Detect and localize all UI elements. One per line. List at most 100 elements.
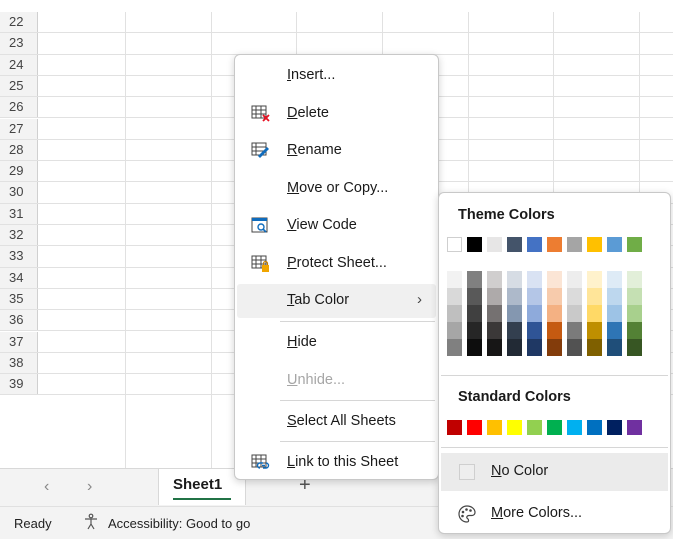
theme-shade-swatch[interactable] — [547, 339, 562, 356]
theme-shade-swatch[interactable] — [467, 322, 482, 339]
row-number[interactable]: 38 — [0, 352, 38, 374]
row-number[interactable]: 23 — [0, 33, 38, 54]
theme-shade-swatch[interactable] — [607, 271, 622, 288]
theme-shade-swatch[interactable] — [547, 305, 562, 322]
standard-color-swatch[interactable] — [607, 420, 622, 435]
standard-color-swatch[interactable] — [487, 420, 502, 435]
theme-color-swatch[interactable] — [527, 237, 542, 252]
theme-color-swatch[interactable] — [627, 237, 642, 252]
theme-shade-swatch[interactable] — [487, 339, 502, 356]
theme-shade-swatch[interactable] — [447, 288, 462, 305]
theme-shade-swatch[interactable] — [627, 305, 642, 322]
menu-item-rename[interactable]: Rename — [237, 134, 436, 168]
standard-color-swatch[interactable] — [547, 420, 562, 435]
theme-shade-swatch[interactable] — [527, 271, 542, 288]
menu-item-insert[interactable]: Insert... — [237, 59, 436, 93]
theme-color-swatch[interactable] — [447, 237, 462, 252]
theme-shade-swatch[interactable] — [567, 271, 582, 288]
theme-shade-swatch[interactable] — [527, 339, 542, 356]
menu-item-hide[interactable]: Hide — [237, 326, 436, 360]
standard-color-swatch[interactable] — [467, 420, 482, 435]
accessibility-icon[interactable] — [82, 513, 100, 531]
theme-shade-swatch[interactable] — [627, 322, 642, 339]
theme-shade-swatch[interactable] — [607, 288, 622, 305]
theme-shade-swatch[interactable] — [587, 288, 602, 305]
standard-color-swatch[interactable] — [627, 420, 642, 435]
theme-color-swatch[interactable] — [487, 237, 502, 252]
theme-shade-swatch[interactable] — [507, 288, 522, 305]
theme-shade-swatch[interactable] — [587, 305, 602, 322]
theme-shade-swatch[interactable] — [487, 288, 502, 305]
theme-shade-swatch[interactable] — [567, 339, 582, 356]
theme-shade-swatch[interactable] — [567, 288, 582, 305]
theme-shade-swatch[interactable] — [447, 339, 462, 356]
menu-item-tab-color[interactable]: Tab Color › — [237, 284, 436, 318]
theme-shade-swatch[interactable] — [447, 322, 462, 339]
row-number[interactable]: 27 — [0, 118, 38, 139]
standard-color-swatch[interactable] — [527, 420, 542, 435]
theme-shade-swatch[interactable] — [507, 305, 522, 322]
theme-color-swatch[interactable] — [587, 237, 602, 252]
no-color-option[interactable]: No Color — [441, 453, 668, 491]
row-number[interactable]: 31 — [0, 203, 38, 224]
theme-shade-swatch[interactable] — [467, 271, 482, 288]
standard-color-swatch[interactable] — [447, 420, 462, 435]
row-number[interactable]: 39 — [0, 374, 38, 395]
theme-shade-swatch[interactable] — [587, 271, 602, 288]
theme-shade-swatch[interactable] — [527, 322, 542, 339]
menu-item-link-to-sheet[interactable]: Link to this Sheet — [237, 446, 436, 480]
chevron-left-icon[interactable]: ‹ — [44, 478, 49, 496]
theme-shade-swatch[interactable] — [547, 271, 562, 288]
row-number[interactable]: 30 — [0, 182, 38, 203]
menu-item-move-or-copy[interactable]: Move or Copy... — [237, 172, 436, 206]
grid-row[interactable]: 23 — [0, 33, 673, 55]
standard-color-swatch[interactable] — [587, 420, 602, 435]
theme-shade-swatch[interactable] — [607, 339, 622, 356]
theme-shade-swatch[interactable] — [547, 288, 562, 305]
menu-item-protect-sheet[interactable]: Protect Sheet... — [237, 247, 436, 281]
theme-shade-swatch[interactable] — [547, 322, 562, 339]
sheet-tab-sheet1[interactable]: Sheet1 — [158, 469, 246, 505]
theme-color-swatch[interactable] — [467, 237, 482, 252]
menu-item-delete[interactable]: Delete — [237, 97, 436, 131]
menu-item-select-all-sheets[interactable]: Select All Sheets — [237, 405, 436, 439]
row-number[interactable]: 26 — [0, 97, 38, 118]
theme-shade-swatch[interactable] — [507, 271, 522, 288]
standard-color-swatch[interactable] — [567, 420, 582, 435]
row-number[interactable]: 29 — [0, 161, 38, 182]
theme-shade-swatch[interactable] — [607, 322, 622, 339]
theme-shade-swatch[interactable] — [627, 271, 642, 288]
theme-color-swatch[interactable] — [567, 237, 582, 252]
theme-shade-swatch[interactable] — [567, 305, 582, 322]
theme-shade-swatch[interactable] — [487, 271, 502, 288]
theme-shade-swatch[interactable] — [487, 305, 502, 322]
more-colors-option[interactable]: More Colors... — [441, 497, 668, 531]
theme-shade-swatch[interactable] — [447, 305, 462, 322]
theme-shade-swatch[interactable] — [467, 339, 482, 356]
row-number[interactable]: 33 — [0, 246, 38, 267]
row-number[interactable]: 25 — [0, 75, 38, 97]
theme-color-swatch[interactable] — [507, 237, 522, 252]
row-number[interactable]: 36 — [0, 310, 38, 331]
theme-color-swatch[interactable] — [607, 237, 622, 252]
standard-color-swatch[interactable] — [507, 420, 522, 435]
accessibility-status[interactable]: Accessibility: Good to go — [108, 516, 250, 531]
theme-shade-swatch[interactable] — [627, 288, 642, 305]
theme-shade-swatch[interactable] — [527, 288, 542, 305]
row-number[interactable]: 37 — [0, 331, 38, 352]
row-number[interactable]: 22 — [0, 12, 38, 33]
theme-shade-swatch[interactable] — [507, 339, 522, 356]
theme-shade-swatch[interactable] — [467, 288, 482, 305]
theme-color-swatch[interactable] — [547, 237, 562, 252]
grid-row[interactable]: 22 — [0, 12, 673, 34]
theme-shade-swatch[interactable] — [567, 322, 582, 339]
row-number[interactable]: 24 — [0, 54, 38, 75]
theme-shade-swatch[interactable] — [627, 339, 642, 356]
row-number[interactable]: 28 — [0, 139, 38, 161]
row-number[interactable]: 32 — [0, 225, 38, 246]
theme-shade-swatch[interactable] — [447, 271, 462, 288]
theme-shade-swatch[interactable] — [587, 322, 602, 339]
theme-shade-swatch[interactable] — [587, 339, 602, 356]
theme-shade-swatch[interactable] — [527, 305, 542, 322]
theme-shade-swatch[interactable] — [607, 305, 622, 322]
